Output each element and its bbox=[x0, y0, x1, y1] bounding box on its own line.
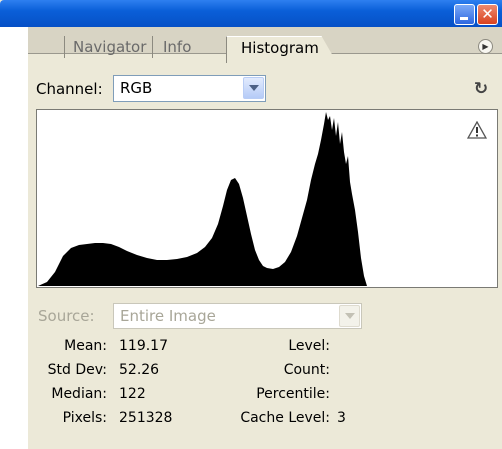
channel-label: Channel: bbox=[36, 80, 103, 98]
close-button[interactable]: ✕ bbox=[477, 4, 498, 25]
mean-label: Mean: bbox=[64, 338, 107, 354]
median-label: Median: bbox=[51, 386, 107, 402]
minimize-icon bbox=[460, 17, 468, 20]
close-icon: ✕ bbox=[481, 5, 494, 23]
panel-menu-icon: ▶ bbox=[482, 42, 489, 51]
source-label: Source: bbox=[38, 307, 95, 325]
chevron-down-icon bbox=[339, 305, 360, 327]
minimize-button[interactable] bbox=[454, 4, 475, 25]
std-dev-value: 52.26 bbox=[119, 362, 160, 378]
histogram-curve bbox=[38, 112, 371, 286]
tab-strip: Navigator Info Histogram bbox=[28, 27, 502, 63]
channel-select[interactable]: RGB bbox=[113, 75, 266, 102]
pixels-value: 251328 bbox=[119, 410, 173, 426]
histogram-panel: ✕ Navigator Info Histogram ▶ Channel: RG… bbox=[0, 0, 502, 449]
source-value: Entire Image bbox=[120, 307, 216, 325]
panel-menu-button[interactable]: ▶ bbox=[478, 39, 493, 54]
title-bar: ✕ bbox=[0, 0, 502, 27]
tab-info[interactable]: Info bbox=[152, 36, 230, 58]
level-label: Level: bbox=[288, 338, 330, 354]
tab-histogram[interactable]: Histogram bbox=[226, 36, 337, 63]
median-value: 122 bbox=[119, 386, 146, 402]
refresh-icon[interactable]: ↻ bbox=[472, 80, 490, 98]
cache-level-label: Cache Level: bbox=[240, 410, 330, 426]
count-label: Count: bbox=[283, 362, 330, 378]
histogram-display bbox=[36, 109, 498, 288]
panel-left-edge bbox=[0, 27, 28, 449]
histogram-graph bbox=[38, 112, 371, 286]
pixels-label: Pixels: bbox=[62, 410, 107, 426]
channel-value: RGB bbox=[120, 79, 153, 97]
chevron-down-icon[interactable] bbox=[243, 77, 264, 99]
warning-icon[interactable] bbox=[467, 121, 487, 139]
cache-level-value: 3 bbox=[337, 410, 346, 426]
std-dev-label: Std Dev: bbox=[47, 362, 107, 378]
source-select: Entire Image bbox=[113, 303, 362, 329]
mean-value: 119.17 bbox=[119, 338, 168, 354]
tab-navigator[interactable]: Navigator bbox=[64, 36, 151, 58]
percentile-label: Percentile: bbox=[256, 386, 330, 402]
